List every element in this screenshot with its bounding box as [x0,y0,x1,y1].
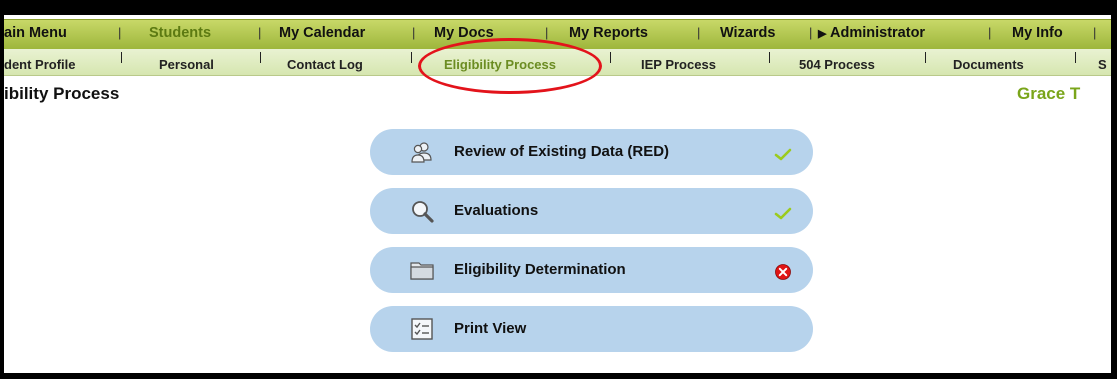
nav-separator: | [258,25,262,40]
step-label: Print View [454,320,527,337]
tab-eligibility-process[interactable]: Eligibility Process [444,57,556,72]
nav-students[interactable]: Students [149,25,211,41]
step-print-view[interactable]: Print View [370,306,813,352]
page-title: ibility Process [4,84,120,103]
sub-nav-separator [769,52,770,63]
check-icon [774,148,792,161]
sub-nav-separator [610,52,611,63]
sub-nav-separator [1075,52,1076,63]
check-icon [774,207,792,220]
step-label: Eligibility Determination [454,261,626,278]
tab-student-profile[interactable]: dent Profile [4,57,76,72]
nav-separator: | [988,25,992,40]
sub-nav-separator [925,52,926,63]
nav-my-calendar[interactable]: My Calendar [279,25,365,41]
sub-nav-separator [121,52,122,63]
tab-personal[interactable]: Personal [159,57,214,72]
nav-separator: | [545,25,549,40]
nav-my-docs[interactable]: My Docs [434,25,494,41]
nav-separator: | [412,25,416,40]
nav-my-info[interactable]: My Info [1012,25,1063,41]
magnifier-icon [412,201,434,223]
tab-more[interactable]: S [1098,57,1107,72]
sub-nav: dent Profile Personal Contact Log Eligib… [4,49,1111,76]
nav-administrator[interactable]: Administrator [830,25,925,41]
nav-separator: | [1093,25,1097,40]
step-eligibility-determination[interactable]: Eligibility Determination [370,247,813,293]
top-nav: ain Menu | Students | My Calendar | My D… [4,15,1111,51]
step-label: Review of Existing Data (RED) [454,143,670,160]
nav-main-menu[interactable]: ain Menu [4,25,67,41]
folder-icon [410,262,434,280]
step-review-existing-data[interactable]: Review of Existing Data (RED) [370,129,813,175]
step-label: Evaluations [454,202,539,219]
nav-separator: | [809,25,813,40]
error-x-icon [775,264,791,280]
tab-documents[interactable]: Documents [953,57,1024,72]
people-icon [411,142,432,163]
tab-contact-log[interactable]: Contact Log [287,57,363,72]
tab-iep-process[interactable]: IEP Process [641,57,716,72]
sub-nav-separator [260,52,261,63]
student-name: Grace T [1017,84,1081,103]
app-frame: ain Menu | Students | My Calendar | My D… [4,15,1111,373]
admin-arrow-icon: ▶ [818,28,827,40]
step-evaluations[interactable]: Evaluations [370,188,813,234]
nav-separator: | [697,25,701,40]
nav-wizards[interactable]: Wizards [720,25,775,41]
checklist-icon [411,318,433,340]
tab-504-process[interactable]: 504 Process [799,57,875,72]
nav-separator: | [118,25,122,40]
sub-nav-separator [411,52,412,63]
nav-my-reports[interactable]: My Reports [569,25,648,41]
